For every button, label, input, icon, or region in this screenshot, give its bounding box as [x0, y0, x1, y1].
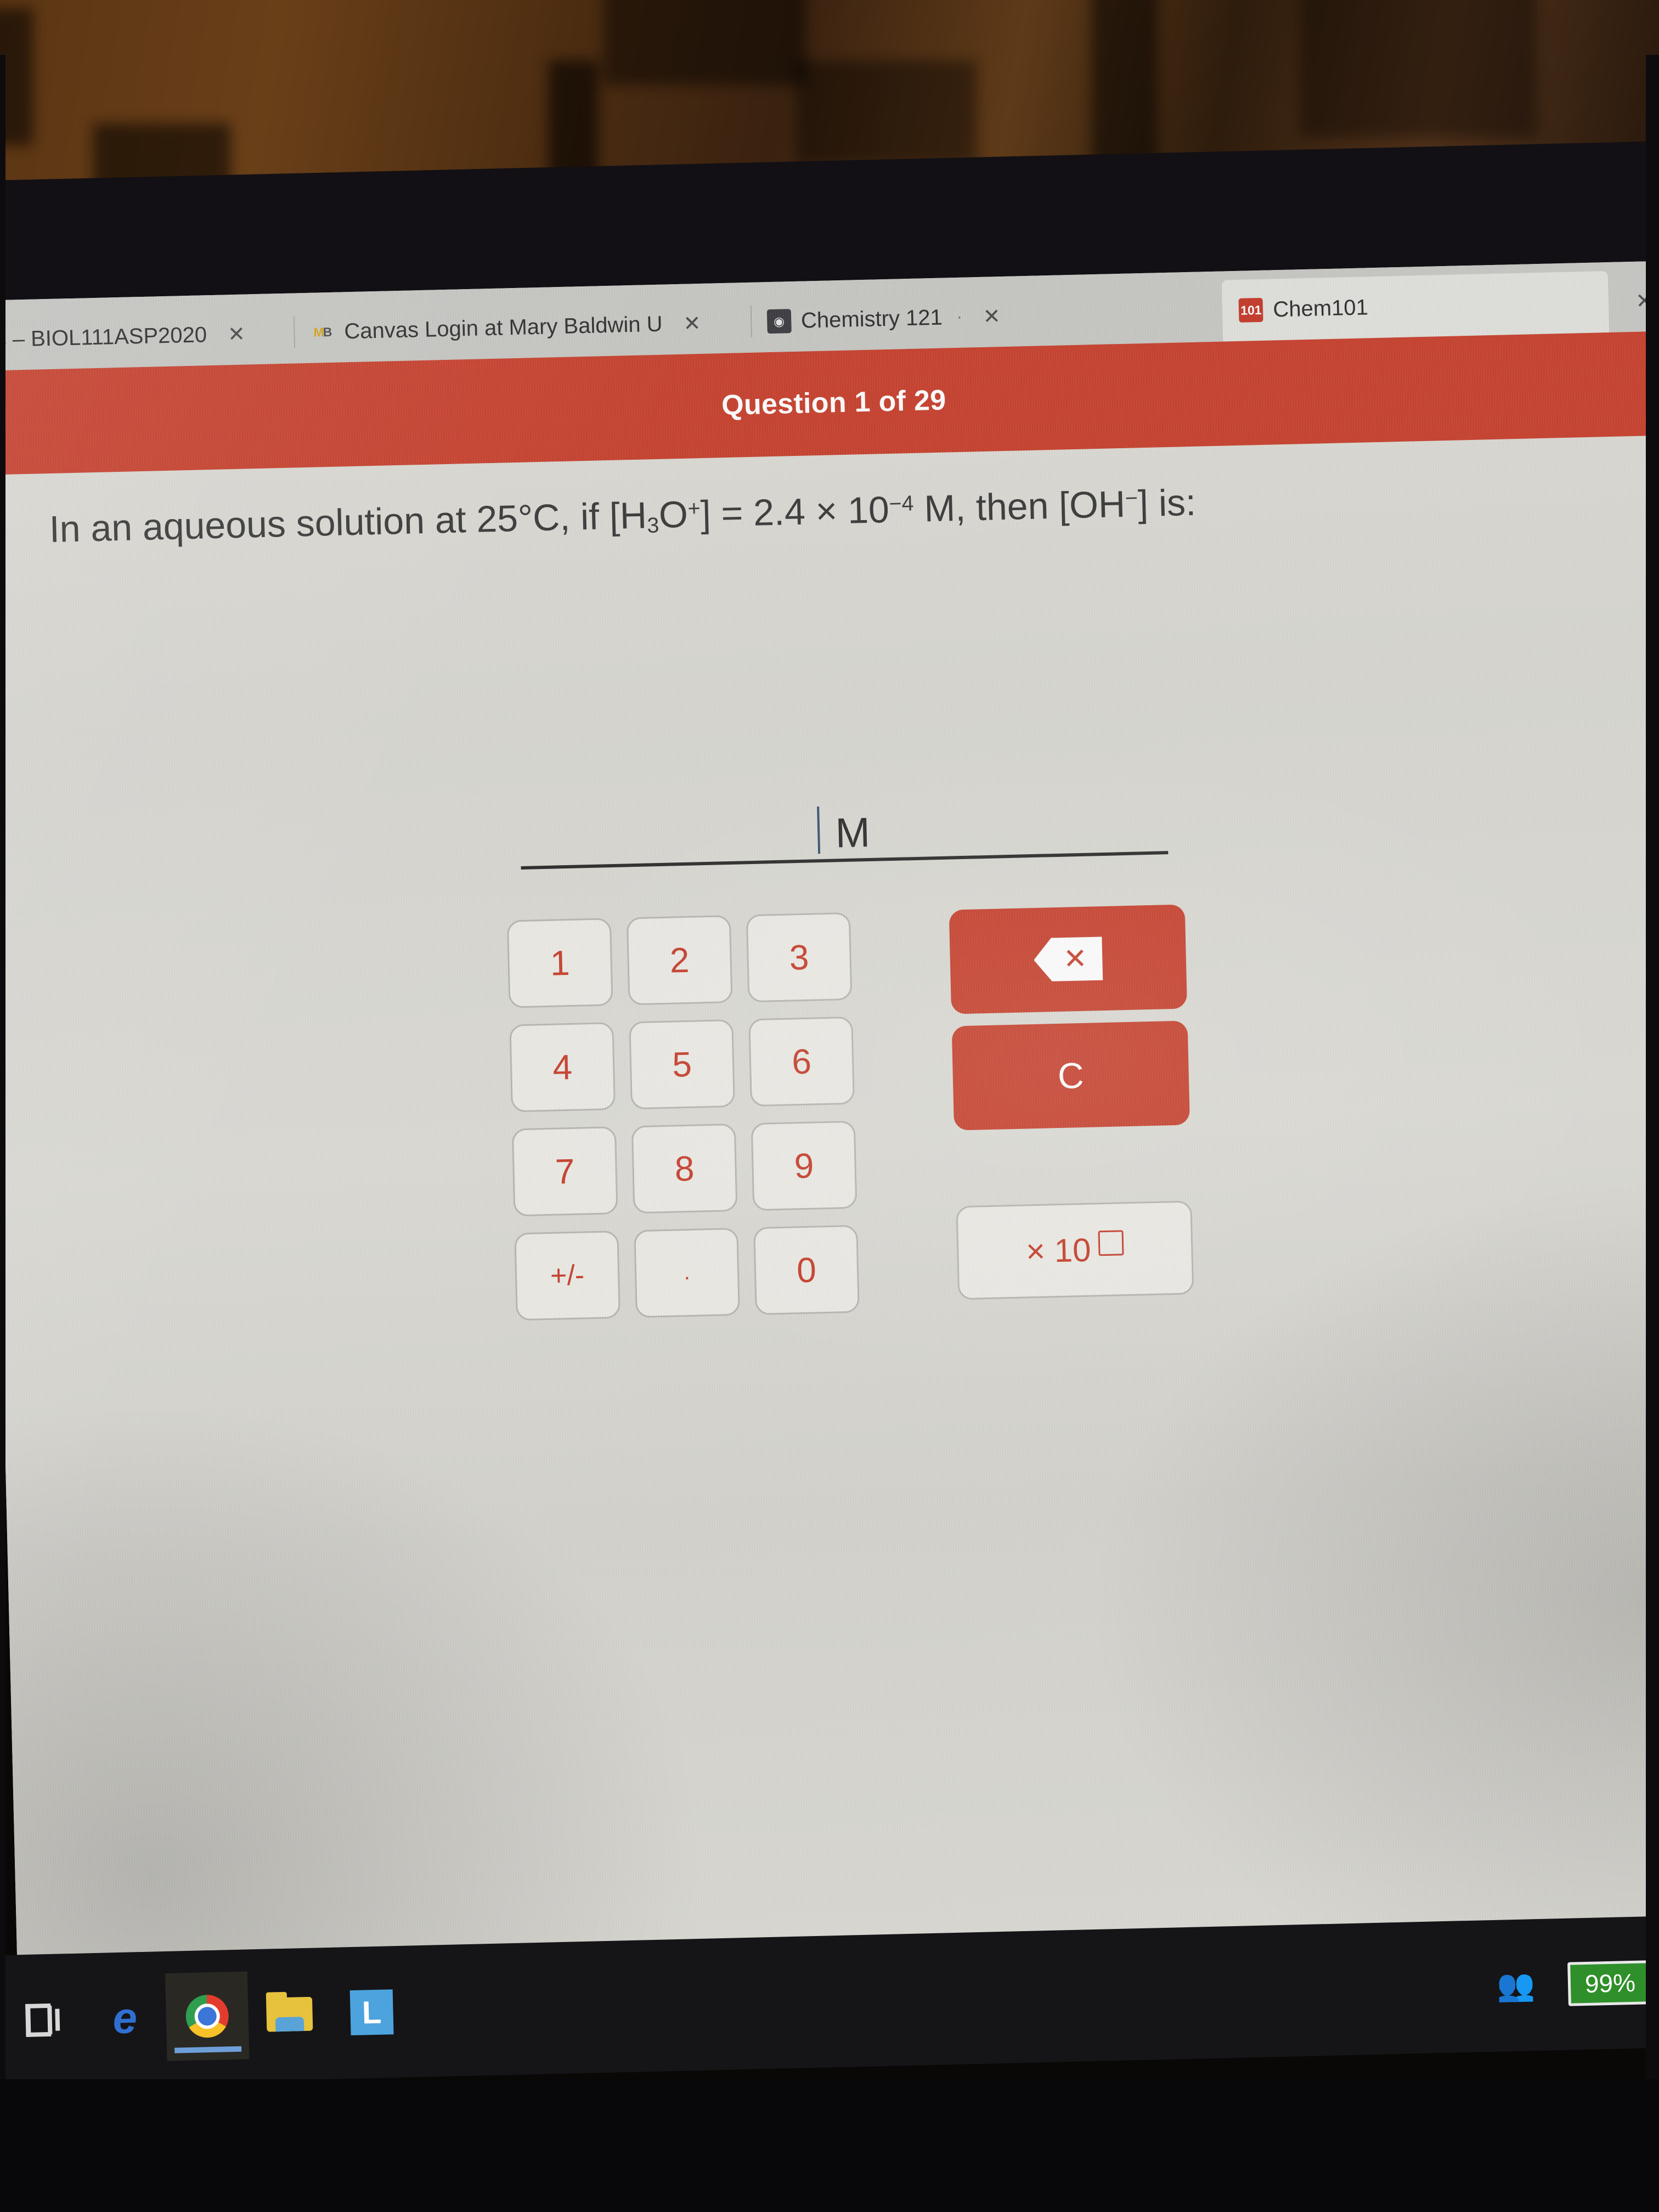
question-superscript-plus: + — [687, 496, 701, 521]
clear-button[interactable]: C — [951, 1020, 1190, 1131]
tab-audio-dot-icon: · — [956, 307, 963, 326]
chrome-taskbar-button[interactable] — [165, 1971, 250, 2061]
task-view-icon — [25, 2003, 60, 2037]
backspace-x-glyph: ✕ — [1063, 943, 1088, 975]
answer-area: M — [0, 772, 1659, 882]
answer-unit-label: M — [834, 809, 871, 857]
key-5[interactable]: 5 — [629, 1019, 736, 1110]
battery-status-badge[interactable]: 99% — [1567, 1960, 1653, 2006]
key-2[interactable]: 2 — [626, 915, 733, 1006]
question-part-5: ] is: — [1137, 481, 1197, 525]
question-superscript-minus: − — [1125, 486, 1138, 511]
edge-taskbar-button[interactable]: e — [83, 1973, 167, 2063]
key-7[interactable]: 7 — [511, 1126, 618, 1217]
file-explorer-icon — [266, 1996, 313, 2032]
question-part-1: In an aqueous solution at 25°C, if [H — [48, 494, 647, 551]
blue-app-icon: L — [349, 1989, 394, 2036]
browser-tab-2[interactable]: ◉ Chemistry 121 · ✕ — [750, 280, 1223, 353]
taskbar-system-tray: 👥 99% — [1496, 1960, 1659, 2008]
edge-icon: e — [112, 1993, 138, 2043]
mb-icon: MB — [313, 324, 331, 340]
tab-close-icon[interactable]: ✕ — [227, 321, 246, 347]
tab-close-icon[interactable]: ✕ — [983, 304, 1001, 329]
key-decimal-point[interactable]: . — [634, 1227, 740, 1318]
taskbar-app-list: e L — [0, 1967, 414, 2066]
key-4[interactable]: 4 — [509, 1022, 616, 1113]
browser-tab-1[interactable]: MB Canvas Login at Mary Baldwin U ✕ — [293, 291, 752, 364]
exponent-button[interactable]: × 10 — [956, 1200, 1194, 1300]
keypad-digit-grid: 1 2 3 4 5 6 7 8 9 +/- . 0 — [506, 912, 860, 1321]
tab-close-icon[interactable]: ✕ — [683, 311, 701, 336]
key-8[interactable]: 8 — [631, 1123, 738, 1214]
people-icon[interactable]: 👥 — [1496, 1967, 1535, 2003]
chem101-quiz-page: Question 1 of 29 In an aqueous solution … — [0, 330, 1659, 2017]
question-progress-label: Question 1 of 29 — [721, 384, 947, 422]
tab-title: Chemistry 121 — [800, 305, 943, 333]
backspace-icon: ✕ — [1033, 935, 1103, 984]
file-explorer-taskbar-button[interactable] — [247, 1970, 332, 2059]
numeric-keypad: 1 2 3 4 5 6 7 8 9 +/- . 0 ✕ C × 10 — [0, 892, 1659, 1333]
question-part-4: M, then [OH — [913, 483, 1126, 530]
globe-icon: ◉ — [766, 309, 792, 334]
question-part-2: O — [658, 493, 689, 536]
question-superscript-exponent: −4 — [889, 491, 915, 516]
browser-tab-3[interactable]: 101 Chem101 — [1222, 271, 1609, 342]
key-1[interactable]: 1 — [506, 918, 613, 1008]
blue-app-taskbar-button[interactable]: L — [330, 1967, 414, 2057]
keypad-action-column: ✕ C × 10 — [949, 904, 1194, 1310]
exponent-label: × 10 — [1025, 1231, 1092, 1270]
laptop-screen: s – BIOL111ASP2020 ✕ MB Canvas Login at … — [0, 260, 1659, 2018]
tab-title: Chem101 — [1272, 295, 1369, 321]
exponent-placeholder-box — [1098, 1230, 1124, 1256]
key-0[interactable]: 0 — [753, 1224, 860, 1316]
key-3[interactable]: 3 — [746, 912, 853, 1003]
browser-tab-0[interactable]: s – BIOL111ASP2020 ✕ — [0, 302, 296, 370]
tab-title: s – BIOL111ASP2020 — [0, 322, 207, 352]
task-view-button[interactable] — [1, 1976, 85, 2065]
answer-input-field[interactable]: M — [520, 785, 1169, 870]
backspace-button[interactable]: ✕ — [949, 904, 1188, 1014]
text-caret — [817, 806, 821, 854]
question-part-3: ] = 2.4 × 10 — [699, 488, 890, 535]
key-plus-minus[interactable]: +/- — [514, 1230, 621, 1321]
chrome-icon — [185, 1994, 229, 2039]
question-subscript-3: 3 — [646, 513, 659, 538]
chem101-icon: 101 — [1238, 297, 1263, 323]
key-6[interactable]: 6 — [748, 1016, 855, 1107]
key-9[interactable]: 9 — [751, 1120, 857, 1211]
tab-title: Canvas Login at Mary Baldwin U — [343, 312, 663, 343]
photo-of-laptop-screen: s – BIOL111ASP2020 ✕ MB Canvas Login at … — [0, 0, 1659, 2212]
